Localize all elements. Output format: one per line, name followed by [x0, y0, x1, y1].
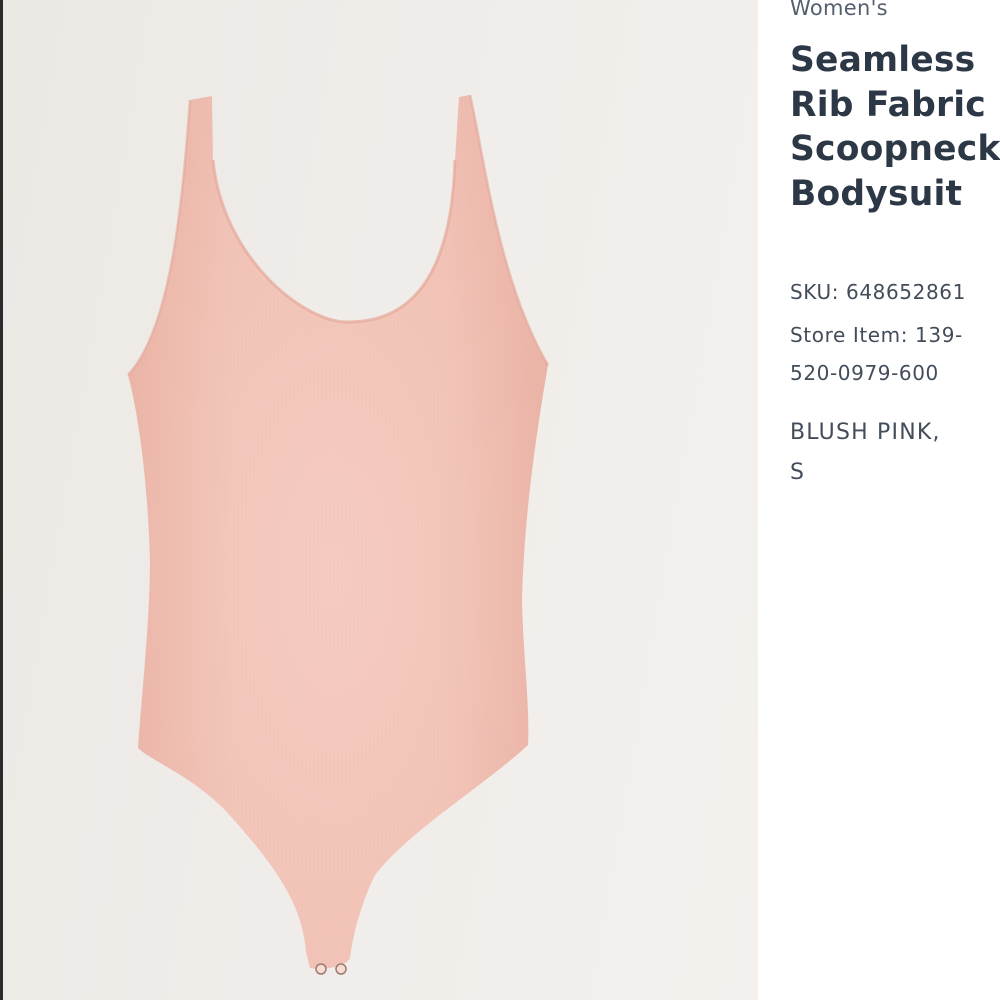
product-sku: SKU: 648652861 [790, 280, 966, 304]
product-title-line: Scoopneck [790, 129, 1000, 169]
product-title-line: Bodysuit [790, 173, 963, 214]
snap-button-right [335, 963, 347, 975]
bodysuit-image [127, 94, 550, 975]
store-item-line: 520-0979-600 [790, 361, 939, 385]
product-title: Seamless Rib Fabric Scoopneck Bodysuit [790, 38, 1000, 216]
photo-border [0, 0, 3, 1000]
store-item-line: Store Item: 139- [790, 323, 963, 347]
product-title-line: Seamless [790, 40, 976, 80]
product-variant: BLUSH PINK, S [790, 413, 941, 493]
product-store-item: Store Item: 139- 520-0979-600 [790, 316, 963, 392]
product-gender-label: Women's [790, 0, 888, 20]
product-card: Women's Seamless Rib Fabric Scoopneck Bo… [0, 0, 1000, 1000]
variant-color: BLUSH PINK, [790, 420, 941, 445]
snap-button-left [315, 963, 327, 975]
product-title-line: Rib Fabric [790, 84, 986, 125]
variant-size: S [790, 460, 806, 485]
product-photo [0, 0, 758, 1000]
